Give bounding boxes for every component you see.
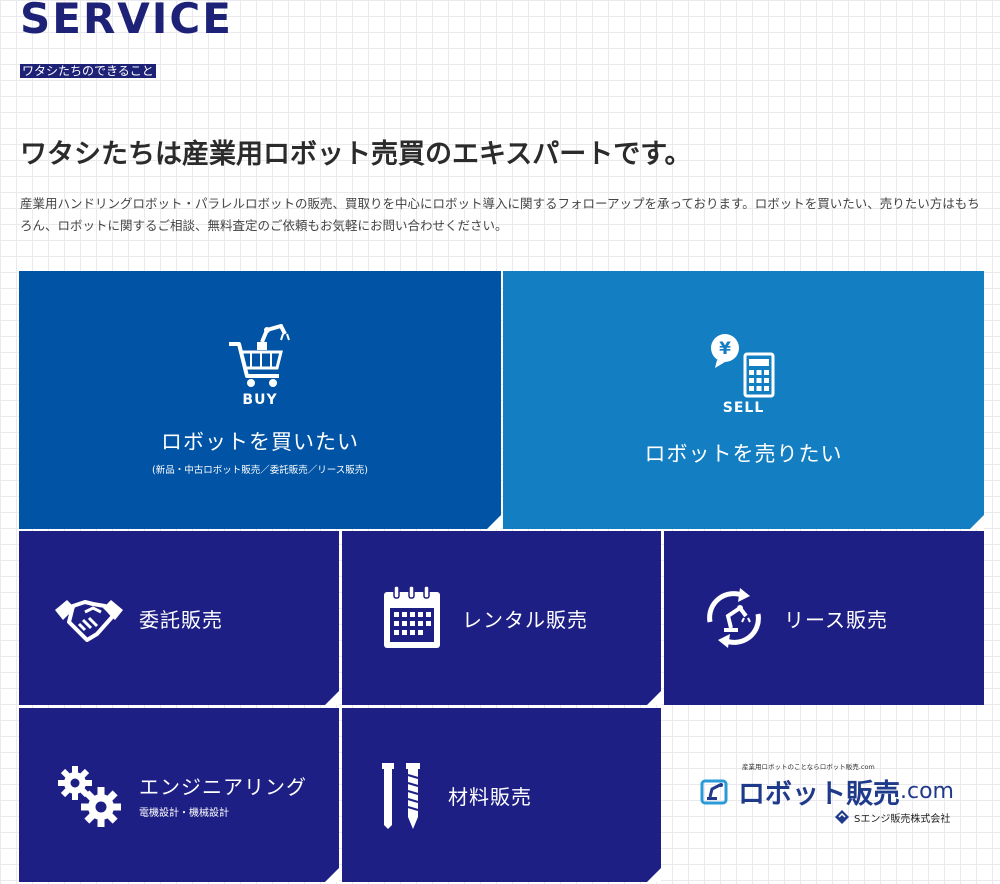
engineering-label: エンジニアリング — [139, 775, 307, 799]
materials-tile[interactable]: 材料販売 — [342, 708, 661, 882]
buy-label: ロボットを買いたい — [161, 430, 359, 454]
rental-label: レンタル販売 — [462, 607, 588, 632]
lease-label: リース販売 — [784, 607, 888, 632]
lead-text: 産業用ハンドリングロボット・パラレルロボットの販売、買取りを中心にロボット導入に… — [20, 196, 980, 233]
buy-note: (新品・中古ロボット販売／委託販売／リース販売) — [152, 465, 368, 476]
service-title: SERVICE — [20, 0, 233, 43]
sell-robot-tile[interactable]: ¥ SELL ロボットを売りたい — [503, 271, 984, 529]
engineering-sub: 電機設計・機械設計 — [139, 808, 229, 819]
logo-tagline: 産業用ロボットのことならロボット販売.com — [742, 763, 875, 771]
robot-cycle-icon — [707, 588, 761, 648]
tile-corner — [325, 868, 339, 882]
buy-robot-tile[interactable]: BUY ロボットを買いたい (新品・中古ロボット販売／委託販売／リース販売) — [19, 271, 501, 529]
gears-icon — [58, 766, 121, 827]
materials-label: 材料販売 — [448, 784, 532, 809]
page-headline: ワタシたちは産業用ロボット売買のエキスパートです。 — [20, 139, 692, 170]
consignment-label: 委託販売 — [139, 607, 223, 632]
handshake-icon — [55, 600, 123, 642]
company-name: Sエンジ販売株式会社 — [854, 813, 951, 825]
rental-tile[interactable]: レンタル販売 — [342, 531, 661, 705]
robot-hanbai-logo[interactable]: 産業用ロボットのことならロボット販売.com ロボット販売 .com Sエンジ販… — [664, 708, 984, 882]
lease-tile[interactable]: リース販売 — [664, 531, 984, 705]
company-mark-icon — [835, 810, 849, 824]
tile-corner — [647, 691, 661, 705]
calendar-icon — [384, 585, 440, 648]
sell-label: ロボットを売りたい — [644, 442, 843, 466]
logo-robot-icon — [700, 779, 728, 804]
logo-suffix: .com — [900, 779, 954, 804]
yen-calculator-icon: ¥ — [710, 334, 774, 398]
service-subtitle: ワタシたちのできること — [20, 64, 156, 78]
tile-corner — [647, 868, 661, 882]
svg-text:¥: ¥ — [719, 339, 731, 359]
tile-corner — [487, 515, 501, 529]
screw-icon — [382, 763, 420, 829]
cart-robot-icon — [229, 324, 290, 387]
tile-corner — [325, 691, 339, 705]
sell-tag: SELL — [722, 400, 765, 416]
engineering-tile[interactable]: エンジニアリング 電機設計・機械設計 — [19, 708, 339, 882]
logo-name: ロボット販売 — [738, 779, 900, 810]
consignment-tile[interactable]: 委託販売 — [19, 531, 339, 705]
tile-corner — [970, 515, 984, 529]
buy-tag: BUY — [242, 392, 278, 408]
